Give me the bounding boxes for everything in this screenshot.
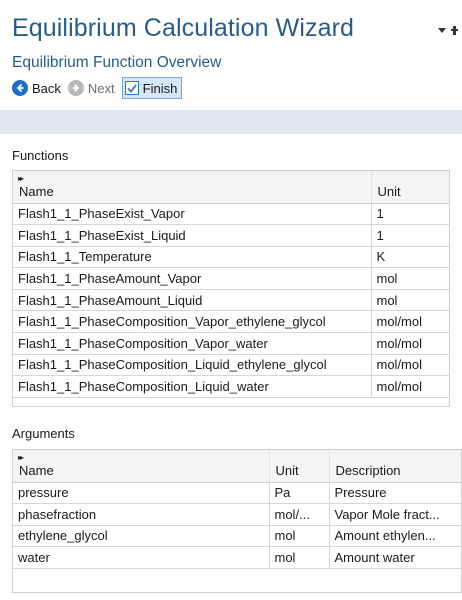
functions-table: ▸▸ Name Unit Flash1_1_PhaseExist_Vapor 1 … xyxy=(12,170,450,407)
argument-unit[interactable]: mol xyxy=(268,525,329,548)
function-unit[interactable]: mol/mol xyxy=(370,332,449,355)
function-unit[interactable]: mol xyxy=(370,267,449,290)
arrow-right-icon xyxy=(67,80,84,96)
argument-unit[interactable]: mol xyxy=(268,546,329,569)
expand-columns-icon[interactable]: ▸▸ xyxy=(18,174,24,183)
checkmark-icon xyxy=(124,81,139,95)
table-row[interactable]: water mol Amount water xyxy=(13,546,461,569)
wizard-toolbar: Back Next Finish xyxy=(12,76,186,100)
functions-label: Functions xyxy=(12,148,69,163)
table-row[interactable]: Flash1_1_PhaseExist_Liquid 1 xyxy=(13,224,449,247)
arguments-label: Arguments xyxy=(12,426,75,441)
table-row[interactable]: Flash1_1_PhaseComposition_Vapor_ethylene… xyxy=(13,310,449,334)
table-row[interactable]: Flash1_1_PhaseComposition_Liquid_water mo… xyxy=(13,375,449,398)
page-subtitle: Equilibrium Function Overview xyxy=(12,54,222,71)
arrow-left-icon xyxy=(12,80,28,96)
table-row[interactable]: ethylene_glycol mol Amount ethylen... xyxy=(13,525,461,548)
table-header-row: ▸▸ Name Unit Description xyxy=(13,450,461,483)
function-name[interactable]: Flash1_1_PhaseComposition_Vapor_water xyxy=(13,332,371,355)
dropdown-arrow-icon[interactable] xyxy=(438,28,446,33)
function-name[interactable]: Flash1_1_PhaseComposition_Vapor_ethylene… xyxy=(13,310,371,334)
argument-name[interactable]: phasefraction xyxy=(13,503,269,526)
function-name[interactable]: Flash1_1_PhaseAmount_Vapor xyxy=(13,267,371,290)
table-row[interactable]: Flash1_1_PhaseExist_Vapor 1 xyxy=(13,203,449,226)
table-row[interactable]: Flash1_1_PhaseComposition_Liquid_ethylen… xyxy=(13,354,449,377)
function-unit[interactable]: K xyxy=(370,246,449,269)
table-row[interactable]: Flash1_1_PhaseAmount_Vapor mol xyxy=(13,267,449,290)
function-name[interactable]: Flash1_1_PhaseComposition_Liquid_ethylen… xyxy=(13,354,371,377)
argument-name[interactable]: water xyxy=(13,546,269,569)
table-header-row: ▸▸ Name Unit xyxy=(13,171,449,204)
back-button[interactable]: Back xyxy=(12,77,64,99)
function-name[interactable]: Flash1_1_PhaseComposition_Liquid_water xyxy=(13,375,371,398)
argument-description[interactable]: Vapor Mole fract... xyxy=(328,503,461,526)
wizard-header: Equilibrium Calculation Wizard xyxy=(12,14,458,48)
argument-unit[interactable]: Pa xyxy=(268,482,329,505)
column-header-name[interactable]: ▸▸ Name xyxy=(13,171,371,204)
finish-button[interactable]: Finish xyxy=(121,77,183,99)
expand-columns-icon[interactable]: ▸▸ xyxy=(18,453,24,462)
function-unit[interactable]: mol xyxy=(370,289,449,312)
separator-band xyxy=(0,110,462,134)
argument-description[interactable]: Amount water xyxy=(328,546,461,569)
table-row[interactable]: Flash1_1_PhaseAmount_Liquid mol xyxy=(13,289,449,312)
page-title: Equilibrium Calculation Wizard xyxy=(12,14,355,42)
function-name[interactable]: Flash1_1_Temperature xyxy=(13,246,371,269)
table-footer xyxy=(13,397,449,406)
table-row[interactable]: Flash1_1_PhaseComposition_Vapor_water mol… xyxy=(13,332,449,355)
function-unit[interactable]: mol/mol xyxy=(370,375,449,398)
window-controls xyxy=(438,26,458,35)
argument-unit[interactable]: mol/... xyxy=(268,503,329,526)
table-row[interactable]: phasefraction mol/... Vapor Mole fract... xyxy=(13,503,461,526)
function-unit[interactable]: mol/mol xyxy=(370,354,449,377)
argument-name[interactable]: ethylene_glycol xyxy=(13,525,269,548)
table-row[interactable]: Flash1_1_Temperature K xyxy=(13,246,449,269)
function-unit[interactable]: mol/mol xyxy=(370,310,449,334)
finish-label: Finish xyxy=(142,80,178,96)
column-header-description[interactable]: Description xyxy=(328,450,461,483)
argument-description[interactable]: Amount ethylen... xyxy=(328,525,461,548)
next-button[interactable]: Next xyxy=(67,77,118,99)
function-unit[interactable]: 1 xyxy=(370,224,449,247)
argument-description[interactable]: Pressure xyxy=(328,482,461,505)
function-name[interactable]: Flash1_1_PhaseAmount_Liquid xyxy=(13,289,371,312)
function-name[interactable]: Flash1_1_PhaseExist_Liquid xyxy=(13,224,371,247)
back-label: Back xyxy=(32,80,61,96)
arguments-table: ▸▸ Name Unit Description pressure Pa Press… xyxy=(12,449,462,593)
column-header-name[interactable]: ▸▸ Name xyxy=(13,450,269,483)
table-row[interactable]: pressure Pa Pressure xyxy=(13,482,461,505)
pin-icon[interactable] xyxy=(451,26,458,35)
argument-name[interactable]: pressure xyxy=(13,482,269,505)
column-header-unit[interactable]: Unit xyxy=(268,450,329,483)
column-header-unit[interactable]: Unit xyxy=(370,171,449,204)
next-label: Next xyxy=(87,80,115,96)
function-name[interactable]: Flash1_1_PhaseExist_Vapor xyxy=(13,203,371,226)
function-unit[interactable]: 1 xyxy=(370,203,449,226)
